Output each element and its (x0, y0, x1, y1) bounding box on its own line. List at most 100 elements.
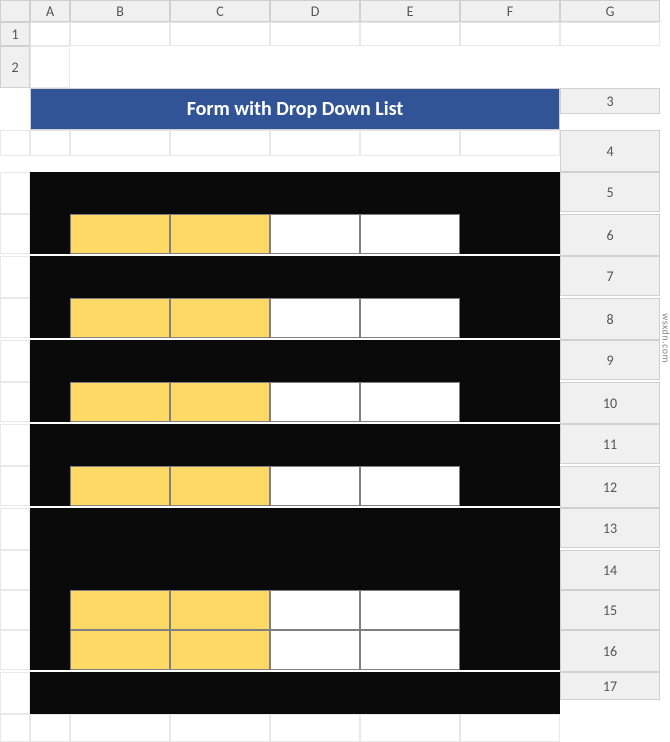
cell-G9[interactable] (460, 382, 560, 422)
row-header-13[interactable]: 13 (560, 508, 660, 548)
cell-B7[interactable] (30, 298, 70, 338)
form-input-1[interactable] (270, 214, 360, 254)
row-header-6[interactable]: 6 (560, 214, 660, 256)
cell-A5[interactable] (0, 214, 30, 254)
cell-E1[interactable] (360, 22, 460, 46)
cell-C12[interactable] (70, 508, 170, 550)
cell-B15[interactable] (30, 630, 70, 670)
cell-A14[interactable] (0, 590, 30, 630)
row-header-4[interactable]: 4 (560, 130, 660, 172)
cell-E6[interactable] (270, 256, 360, 298)
row-header-11[interactable]: 11 (560, 424, 660, 464)
cell-B11[interactable] (30, 466, 70, 506)
cell-B16[interactable] (30, 672, 70, 714)
cell-A2[interactable] (30, 46, 70, 88)
row-header-8[interactable]: 8 (560, 298, 660, 340)
cell-D17[interactable] (170, 714, 270, 742)
form-input-6b[interactable] (360, 630, 460, 670)
row-header-9[interactable]: 9 (560, 340, 660, 380)
form-label-1b[interactable] (170, 214, 270, 254)
cell-B4[interactable] (30, 172, 70, 214)
cell-D3[interactable] (170, 130, 270, 156)
row-header-3[interactable]: 3 (560, 88, 660, 114)
row-header-15[interactable]: 15 (560, 590, 660, 630)
row-header-7[interactable]: 7 (560, 256, 660, 296)
form-input-4[interactable] (270, 466, 360, 506)
cell-B9[interactable] (30, 382, 70, 422)
cell-D12[interactable] (170, 508, 270, 550)
form-input-4b[interactable] (360, 466, 460, 506)
form-input-2b[interactable] (360, 298, 460, 338)
cell-E12[interactable] (270, 508, 360, 550)
cell-D8[interactable] (170, 340, 270, 382)
cell-A17[interactable] (0, 714, 30, 742)
cell-A7[interactable] (0, 298, 30, 338)
form-input-6[interactable] (270, 630, 360, 670)
cell-B6[interactable] (30, 256, 70, 298)
cell-D4[interactable] (170, 172, 270, 214)
cell-C6[interactable] (70, 256, 170, 298)
cell-B10[interactable] (30, 424, 70, 466)
form-input-5b[interactable] (360, 590, 460, 630)
cell-F10[interactable] (360, 424, 460, 466)
cell-G15[interactable] (460, 630, 560, 670)
cell-F1[interactable] (460, 22, 560, 46)
cell-E4[interactable] (270, 172, 360, 214)
cell-G14[interactable] (460, 590, 560, 630)
cell-G4[interactable] (460, 172, 560, 214)
cell-B5[interactable] (30, 214, 70, 254)
cell-D10[interactable] (170, 424, 270, 466)
cell-A4[interactable] (0, 172, 30, 214)
form-label-6[interactable] (70, 630, 170, 670)
form-label-2[interactable] (70, 298, 170, 338)
col-header-B[interactable]: B (70, 0, 170, 22)
col-header-E[interactable]: E (360, 0, 460, 22)
row-header-10[interactable]: 10 (560, 382, 660, 424)
cell-G8[interactable] (460, 340, 560, 382)
cell-A16[interactable] (0, 672, 30, 714)
form-input-3b[interactable] (360, 382, 460, 422)
cell-B17[interactable] (30, 714, 70, 742)
cell-G7[interactable] (460, 298, 560, 338)
cell-A9[interactable] (0, 382, 30, 422)
cell-F4[interactable] (360, 172, 460, 214)
row-header-14[interactable]: 14 (560, 550, 660, 590)
row-header-17[interactable]: 17 (560, 672, 660, 700)
form-label-4[interactable] (70, 466, 170, 506)
col-header-A[interactable]: A (30, 0, 70, 22)
cell-A3[interactable] (0, 130, 30, 156)
cell-C16[interactable] (70, 672, 170, 714)
cell-B12[interactable] (30, 508, 70, 550)
cell-B8[interactable] (30, 340, 70, 382)
cell-G12[interactable] (460, 508, 560, 550)
form-label-2b[interactable] (170, 298, 270, 338)
row-header-12[interactable]: 12 (560, 466, 660, 508)
cell-E10[interactable] (270, 424, 360, 466)
cell-G16[interactable] (460, 672, 560, 714)
cell-G5[interactable] (460, 214, 560, 254)
cell-A6[interactable] (0, 256, 30, 298)
cell-E3[interactable] (270, 130, 360, 156)
form-label-6b[interactable] (170, 630, 270, 670)
cell-C1[interactable] (170, 22, 270, 46)
cell-E17[interactable] (270, 714, 360, 742)
cell-F6[interactable] (360, 256, 460, 298)
cell-F3[interactable] (360, 130, 460, 156)
cell-G6[interactable] (460, 256, 560, 298)
cell-D13[interactable] (170, 550, 270, 590)
cell-C8[interactable] (70, 340, 170, 382)
cell-D16[interactable] (170, 672, 270, 714)
cell-G17[interactable] (460, 714, 560, 742)
form-label-3b[interactable] (170, 382, 270, 422)
cell-C13[interactable] (70, 550, 170, 590)
form-label-5b[interactable] (170, 590, 270, 630)
cell-C4[interactable] (70, 172, 170, 214)
cell-F13[interactable] (360, 550, 460, 590)
row-header-1[interactable]: 1 (0, 22, 30, 46)
form-label-5[interactable] (70, 590, 170, 630)
cell-F17[interactable] (360, 714, 460, 742)
cell-C3[interactable] (70, 130, 170, 156)
cell-E8[interactable] (270, 340, 360, 382)
cell-A12[interactable] (0, 508, 30, 550)
cell-A11[interactable] (0, 466, 30, 506)
